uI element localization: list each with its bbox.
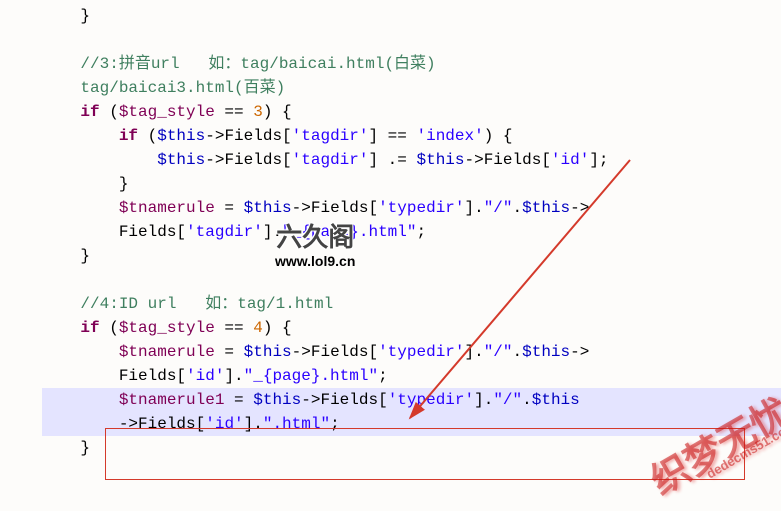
code-line: Fields['tagdir']."_{page}.html"; <box>42 220 781 244</box>
code-line <box>42 28 781 52</box>
code-line: Fields['id']."_{page}.html"; <box>42 364 781 388</box>
comment: tag/baicai3.html(百菜) <box>42 79 285 97</box>
code-line: } <box>42 244 781 268</box>
code-line-highlighted: ->Fields['id'].".html"; <box>42 412 781 436</box>
code-line: //4:ID url 如：tag/1.html <box>42 292 781 316</box>
gutter <box>0 0 12 506</box>
code-line-highlighted: $tnamerule1 = $this->Fields['typedir']."… <box>42 388 781 412</box>
code-line <box>42 268 781 292</box>
comment: //3:拼音url 如：tag/baicai.html(白菜) <box>80 55 435 73</box>
code-line: } <box>42 172 781 196</box>
code-line: $this->Fields['tagdir'] .= $this->Fields… <box>42 148 781 172</box>
code-line: } <box>42 436 781 460</box>
code-line: if ($tag_style == 3) { <box>42 100 781 124</box>
code-line: $tnamerule = $this->Fields['typedir']."/… <box>42 196 781 220</box>
comment: //4:ID url 如：tag/1.html <box>80 295 333 313</box>
code-line: $tnamerule = $this->Fields['typedir']."/… <box>42 340 781 364</box>
code-line: if ($tag_style == 4) { <box>42 316 781 340</box>
code-line: //3:拼音url 如：tag/baicai.html(白菜) <box>42 52 781 76</box>
code-line: if ($this->Fields['tagdir'] == 'index') … <box>42 124 781 148</box>
code-line: } <box>42 4 781 28</box>
code-editor: } //3:拼音url 如：tag/baicai.html(白菜) tag/ba… <box>0 0 781 460</box>
code-line: tag/baicai3.html(百菜) <box>42 76 781 100</box>
